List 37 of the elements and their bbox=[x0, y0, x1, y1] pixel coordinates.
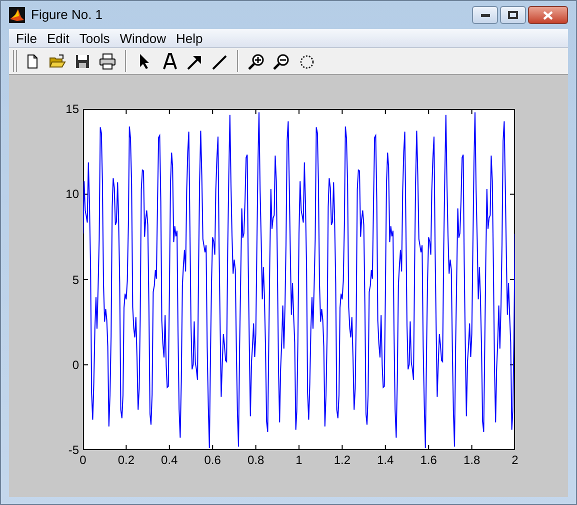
x-tick-label: 0.8 bbox=[247, 453, 264, 467]
x-tick-label: 1 bbox=[296, 453, 302, 467]
y-tick-label: 0 bbox=[71, 358, 79, 372]
x-tick-label: 1.6 bbox=[420, 453, 437, 467]
dotted-circle-icon bbox=[298, 52, 315, 70]
zoom-in-icon bbox=[248, 52, 265, 70]
y-tick-label: 15 bbox=[64, 102, 79, 116]
menu-item[interactable]: Tools bbox=[74, 30, 115, 46]
x-tick-label: 0.4 bbox=[161, 453, 178, 467]
x-tick-label: 0.2 bbox=[118, 453, 135, 467]
y-tick-label: 10 bbox=[64, 187, 79, 202]
line-icon bbox=[211, 52, 228, 70]
toolbar-grip bbox=[13, 50, 17, 72]
peak-logo-icon bbox=[9, 7, 25, 23]
x-tick-label: 2 bbox=[512, 453, 518, 467]
menu-item[interactable]: Edit bbox=[42, 30, 74, 46]
x-tick-label: 1.4 bbox=[377, 453, 394, 467]
y-tick-label: 5 bbox=[71, 272, 79, 286]
letter-a-icon bbox=[161, 52, 178, 70]
maximize-button[interactable] bbox=[500, 6, 526, 24]
zoom-out-icon bbox=[273, 52, 290, 70]
x-tick-label: 0 bbox=[80, 453, 86, 467]
x-tick-label: 1.2 bbox=[334, 453, 351, 467]
menu-item[interactable]: File bbox=[11, 30, 42, 46]
window-title: Figure No. 1 bbox=[31, 6, 104, 24]
printer-icon bbox=[99, 52, 116, 70]
open-folder-icon bbox=[49, 52, 66, 70]
close-icon bbox=[543, 10, 553, 20]
x-tick-label: 1.8 bbox=[463, 453, 480, 467]
y-tick-label: -5 bbox=[67, 443, 79, 457]
menu-item[interactable]: Help bbox=[170, 30, 208, 46]
minimize-icon bbox=[480, 14, 490, 16]
menu-item[interactable]: Window bbox=[114, 30, 171, 46]
x-tick-label: 0.6 bbox=[204, 453, 221, 467]
maximize-icon bbox=[508, 11, 518, 19]
close-button[interactable] bbox=[528, 6, 568, 24]
minimize-button[interactable] bbox=[472, 6, 498, 24]
